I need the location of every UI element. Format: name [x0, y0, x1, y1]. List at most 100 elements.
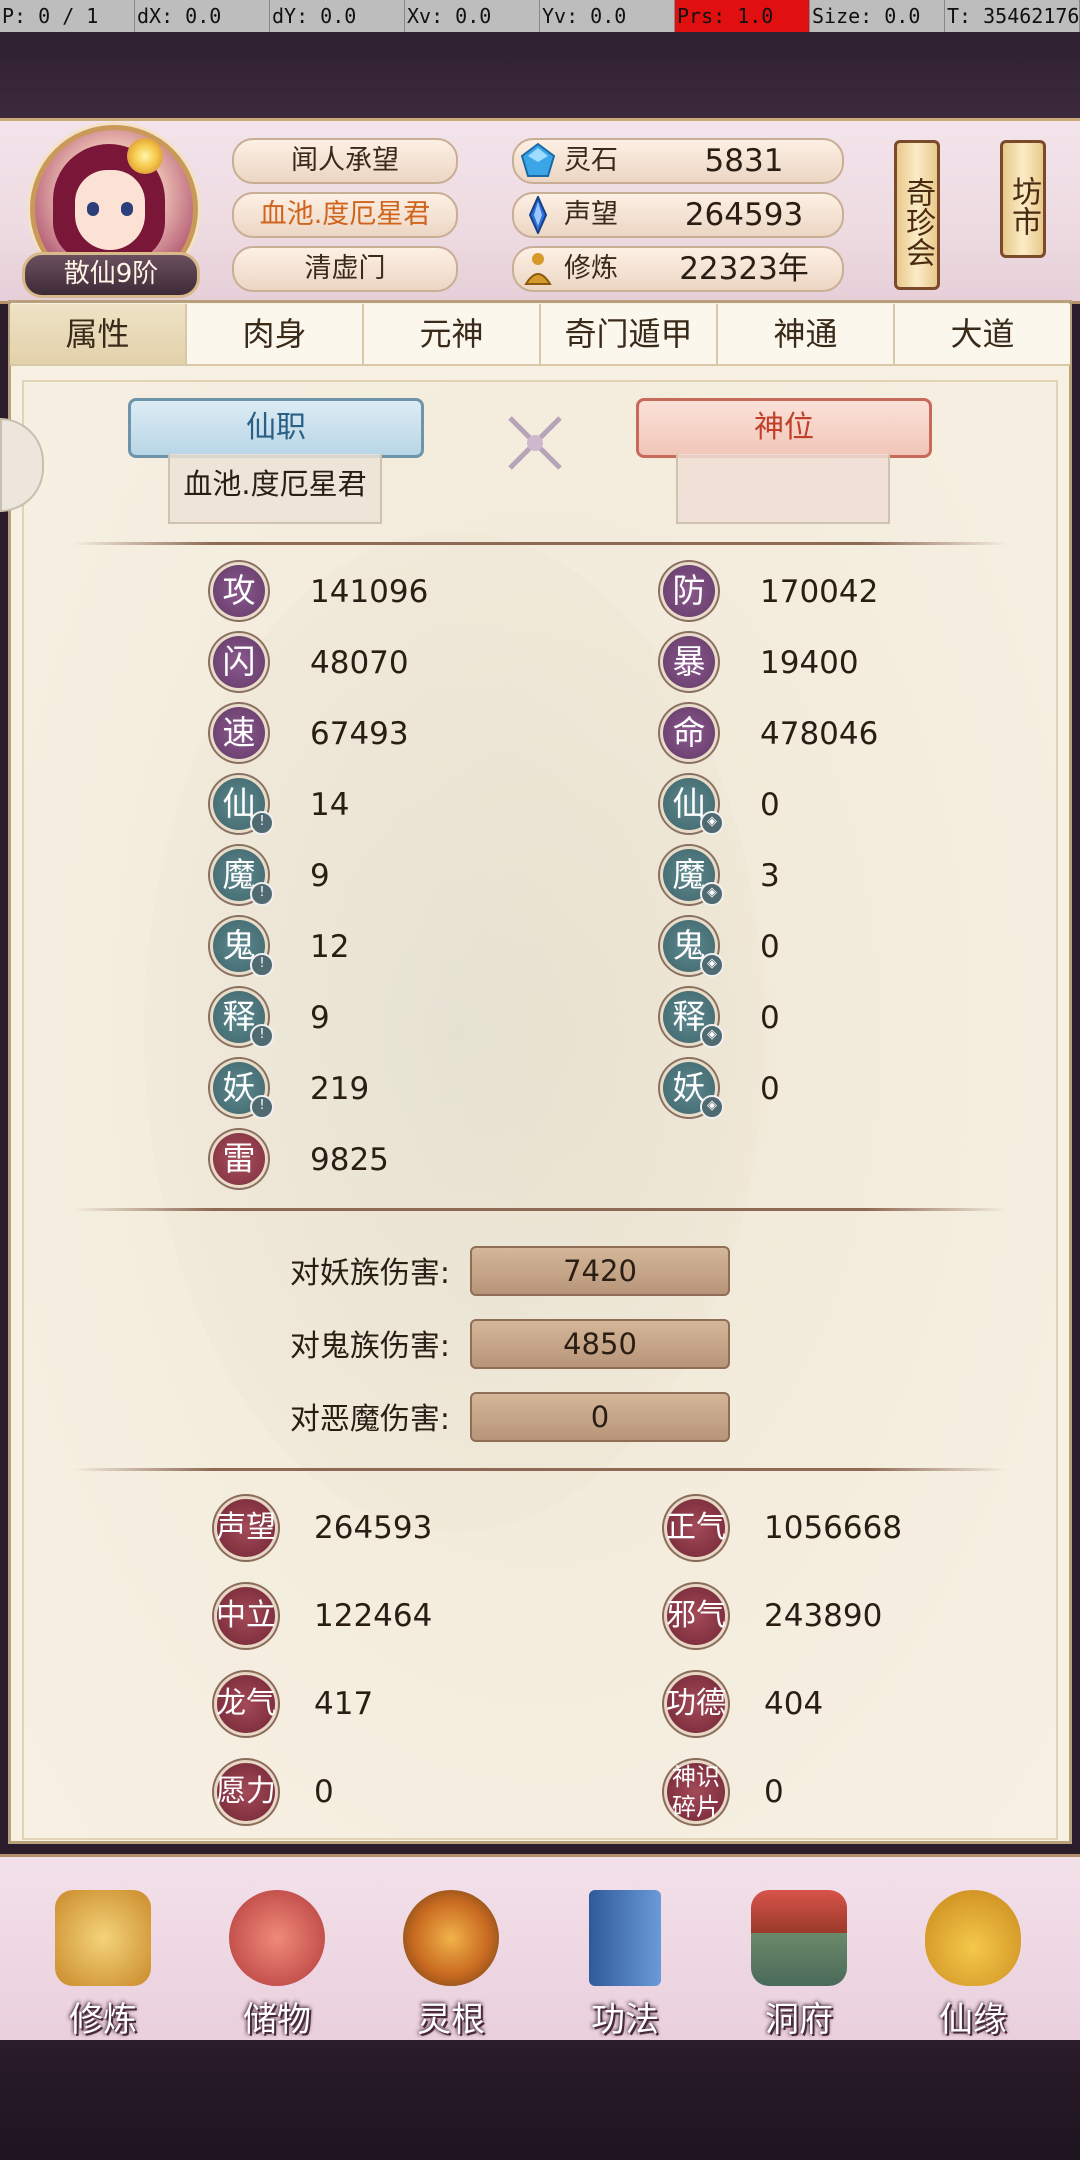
attack-value: 141096 — [310, 574, 429, 610]
damage-label-demon: 对恶魔伤害: — [289, 1402, 450, 1437]
shield-icon: ◈ — [700, 1095, 724, 1119]
ghost-def-value: 0 — [760, 929, 780, 965]
buddha-atk-value: 9 — [310, 1000, 330, 1036]
immortal-def-badge-icon: 仙 ◈ — [660, 775, 724, 835]
tab-bar: 属性 肉身 元神 奇门遁甲 神通 大道 — [10, 304, 1070, 366]
tab-attributes[interactable]: 属性 — [10, 304, 187, 364]
buddha-def-value: 0 — [760, 1000, 780, 1036]
spirit-shard-badge-icon: 神识碎片 — [664, 1760, 728, 1824]
demon-def-value: 3 — [760, 858, 780, 894]
buddha-atk-badge-icon: 释! — [210, 988, 274, 1048]
nav-technique-label: 功法 — [591, 2000, 659, 2040]
avatar-eye-right — [121, 202, 133, 216]
immortal-def-value: 0 — [760, 787, 780, 823]
debug-pointer: P: 0 / 1 — [0, 0, 135, 32]
vow-power-value: 0 — [314, 1774, 334, 1810]
debug-size: Size: 0.0 — [810, 0, 945, 32]
nav-fate[interactable]: 仙缘 — [898, 1890, 1048, 2040]
damage-value-ghost: 4850 — [470, 1319, 730, 1369]
storage-bag-icon — [229, 1890, 325, 1986]
speed-badge-icon: 速 — [210, 704, 268, 762]
prestige-resource: 声望 264593 — [512, 192, 844, 238]
hp-value: 478046 — [760, 716, 879, 752]
immortal-atk-badge-icon: 仙! — [210, 775, 274, 835]
divider-bottom — [72, 1468, 1008, 1471]
prestige-stat-value: 264593 — [314, 1510, 433, 1546]
defense-value: 170042 — [760, 574, 879, 610]
righteous-value: 1056668 — [764, 1510, 903, 1546]
hp-badge-icon: 命 — [660, 704, 718, 762]
thunder-badge-icon: 雷 — [210, 1130, 268, 1188]
debug-dx: dX: 0.0 — [135, 0, 270, 32]
damage-value-demon: 0 — [470, 1392, 730, 1442]
gourd-icon — [925, 1890, 1021, 1986]
immortal-post-banner: 仙职 — [128, 398, 424, 458]
dodge-badge-icon: 闪 — [210, 633, 268, 691]
treasure-fair-button[interactable]: 奇珍会 — [894, 140, 940, 290]
info-icon: ! — [250, 953, 274, 977]
damage-value-yao: 7420 — [470, 1246, 730, 1296]
neutral-badge-icon: 中立 — [214, 1584, 278, 1648]
tab-body[interactable]: 肉身 — [187, 304, 364, 364]
speed-value: 67493 — [310, 716, 409, 752]
prestige-value: 264593 — [684, 197, 804, 233]
nav-cave-mansion[interactable]: 洞府 — [724, 1890, 874, 2040]
immortal-post-value: 血池.度厄星君 — [168, 454, 382, 524]
tab-divine-power[interactable]: 神通 — [718, 304, 895, 364]
hair-flower-icon — [127, 138, 163, 174]
nav-cave-mansion-label: 洞府 — [765, 2000, 833, 2040]
tab-qimen-dunjia[interactable]: 奇门遁甲 — [541, 304, 718, 364]
tab-primordial-spirit[interactable]: 元神 — [364, 304, 541, 364]
cultivation-value: 22323年 — [679, 251, 809, 287]
divine-seat-banner: 神位 — [636, 398, 932, 458]
ghost-atk-value: 12 — [310, 929, 350, 965]
cultivation-time-resource: 修炼 22323年 — [512, 246, 844, 292]
spirit-stone-value: 5831 — [704, 143, 784, 179]
info-icon: ! — [250, 811, 274, 835]
shield-icon: ◈ — [700, 882, 724, 906]
ghost-def-badge-icon: 鬼 ◈ — [660, 917, 724, 977]
dragon-qi-value: 417 — [314, 1686, 374, 1722]
info-icon: ! — [250, 1024, 274, 1048]
demon-def-badge-icon: 魔 ◈ — [660, 846, 724, 906]
cave-mansion-icon — [751, 1890, 847, 1986]
nav-spirit-root-label: 灵根 — [417, 2000, 485, 2040]
cultivation-rank-badge: 散仙9阶 — [22, 252, 200, 298]
yao-def-value: 0 — [760, 1071, 780, 1107]
debug-yv: Yv: 0.0 — [540, 0, 675, 32]
tab-great-dao[interactable]: 大道 — [895, 304, 1070, 364]
shield-icon: ◈ — [700, 811, 724, 835]
debug-xv: Xv: 0.0 — [405, 0, 540, 32]
cultivation-figure-icon — [55, 1890, 151, 1986]
top-decor-band — [0, 32, 1080, 120]
immortal-atk-value: 14 — [310, 787, 350, 823]
player-title: 血池.度厄星君 — [232, 192, 458, 238]
merit-value: 404 — [764, 1686, 824, 1722]
demon-atk-value: 9 — [310, 858, 330, 894]
avatar-eye-left — [87, 202, 99, 216]
nav-storage[interactable]: 储物 — [202, 1890, 352, 2040]
shield-icon: ◈ — [700, 953, 724, 977]
nav-cultivation[interactable]: 修炼 — [28, 1890, 178, 2040]
debug-status-bar: P: 0 / 1 dX: 0.0 dY: 0.0 Xv: 0.0 Yv: 0.0… — [0, 0, 1080, 32]
cultivation-label: 修炼 — [564, 253, 618, 284]
debug-time: T: 35462176 — [945, 0, 1080, 32]
meditation-icon — [524, 253, 552, 285]
yao-def-badge-icon: 妖 ◈ — [660, 1059, 724, 1119]
vow-power-badge-icon: 愿力 — [214, 1760, 278, 1824]
divider-top — [72, 542, 1008, 545]
nav-technique[interactable]: 功法 — [550, 1890, 700, 2040]
debug-dy: dY: 0.0 — [270, 0, 405, 32]
damage-label-ghost: 对鬼族伤害: — [289, 1329, 450, 1364]
spirit-root-icon — [403, 1890, 499, 1986]
market-button[interactable]: 坊市 — [1000, 140, 1046, 258]
nav-cultivation-label: 修炼 — [69, 2000, 137, 2040]
defense-badge-icon: 防 — [660, 562, 718, 620]
crit-value: 19400 — [760, 645, 859, 681]
bottom-decor-band — [0, 2040, 1080, 2160]
debug-pressure: Prs: 1.0 — [675, 0, 810, 32]
demon-atk-badge-icon: 魔! — [210, 846, 274, 906]
prestige-badge-icon: 声望 — [214, 1496, 278, 1560]
nav-spirit-root[interactable]: 灵根 — [376, 1890, 526, 2040]
technique-book-icon — [589, 1890, 661, 1986]
